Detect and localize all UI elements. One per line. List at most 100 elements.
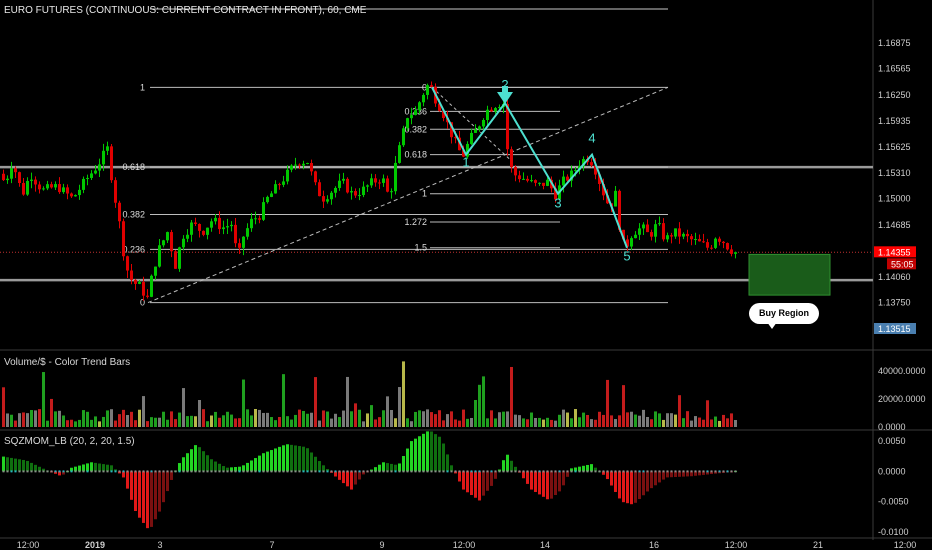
price-tick-label: 1.14060 bbox=[878, 272, 911, 282]
candle-body bbox=[146, 295, 149, 297]
momentum-bar bbox=[654, 471, 657, 486]
volume-bar bbox=[394, 418, 397, 427]
momentum-bar bbox=[6, 457, 9, 472]
volume-bar bbox=[566, 412, 569, 427]
volume-bar bbox=[278, 417, 281, 427]
volume-bar bbox=[294, 414, 297, 427]
volume-bar bbox=[474, 399, 477, 427]
momentum-bar bbox=[466, 471, 469, 493]
volume-bar bbox=[454, 419, 457, 427]
momentum-bar bbox=[126, 471, 129, 489]
squeeze-dot bbox=[190, 470, 193, 473]
squeeze-dot bbox=[574, 470, 577, 473]
squeeze-dot bbox=[398, 470, 401, 473]
momentum-bar bbox=[214, 461, 217, 472]
candle-body bbox=[514, 167, 517, 176]
volume-bar bbox=[386, 396, 389, 427]
price-tick-label: 1.16250 bbox=[878, 90, 911, 100]
squeeze-dot bbox=[266, 470, 269, 473]
fib-extension-label: 1 bbox=[422, 189, 427, 199]
volume-bar bbox=[130, 411, 133, 427]
squeeze-dot bbox=[210, 470, 213, 473]
volume-bar bbox=[554, 420, 557, 427]
squeeze-dot bbox=[294, 470, 297, 473]
volume-bar bbox=[82, 410, 85, 427]
fib-level-label: 0.382 bbox=[122, 209, 145, 219]
squeeze-dot bbox=[78, 470, 81, 473]
momentum-bar bbox=[562, 471, 565, 486]
volume-bar bbox=[110, 409, 113, 427]
candle-body bbox=[566, 176, 569, 181]
volume-bar bbox=[354, 403, 357, 427]
momentum-bar bbox=[350, 471, 353, 490]
squeeze-dot bbox=[206, 470, 209, 473]
momentum-bar bbox=[502, 460, 505, 472]
volume-bar bbox=[62, 415, 65, 427]
volume-bar bbox=[282, 374, 285, 427]
momentum-bar bbox=[158, 471, 161, 512]
time-tick-label: 21 bbox=[813, 540, 823, 550]
momentum-bar bbox=[474, 471, 477, 498]
momentum-bar bbox=[534, 471, 537, 492]
squeeze-dot bbox=[286, 470, 289, 473]
squeeze-dot bbox=[470, 470, 473, 473]
momentum-bar bbox=[554, 471, 557, 496]
momentum-bar bbox=[246, 462, 249, 472]
squeeze-dot bbox=[30, 470, 33, 473]
volume-bar bbox=[638, 415, 641, 427]
squeeze-dot bbox=[254, 470, 257, 473]
squeeze-dot bbox=[14, 470, 17, 473]
candle-body bbox=[538, 182, 541, 184]
volume-bar bbox=[342, 410, 345, 427]
volume-bar bbox=[302, 410, 305, 427]
candle-body bbox=[318, 182, 321, 197]
squeeze-dot bbox=[370, 470, 373, 473]
squeeze-dot bbox=[150, 470, 153, 473]
momentum-bar bbox=[314, 456, 317, 472]
candle-body bbox=[398, 145, 401, 163]
volume-bar bbox=[66, 420, 69, 427]
momentum-bar bbox=[414, 438, 417, 472]
candle-body bbox=[326, 199, 329, 202]
volume-bar bbox=[310, 412, 313, 427]
candle-body bbox=[282, 181, 285, 185]
volume-bar bbox=[122, 409, 125, 427]
momentum-bar bbox=[386, 463, 389, 472]
volume-bar bbox=[606, 379, 609, 427]
candle-body bbox=[314, 171, 317, 183]
candle-body bbox=[38, 184, 41, 190]
volume-bar bbox=[590, 419, 593, 427]
volume-bar bbox=[50, 398, 53, 427]
candle-body bbox=[654, 224, 657, 237]
volume-bar bbox=[686, 411, 689, 427]
price-tick-label: 1.15310 bbox=[878, 168, 911, 178]
volume-tick-label: 0.0000 bbox=[878, 422, 906, 432]
volume-pane-title: Volume/$ - Color Trend Bars bbox=[4, 357, 131, 368]
momentum-bar bbox=[154, 471, 157, 520]
squeeze-dot bbox=[126, 470, 129, 473]
squeeze-dot bbox=[534, 470, 537, 473]
volume-bar bbox=[654, 411, 657, 427]
time-tick-label: 7 bbox=[269, 540, 274, 550]
buy-region-callout[interactable]: Buy Region bbox=[749, 303, 819, 329]
candle-body bbox=[50, 184, 53, 188]
volume-bar bbox=[522, 418, 525, 427]
volume-bar bbox=[178, 412, 181, 427]
wave-label: 4 bbox=[588, 131, 595, 146]
volume-bar bbox=[486, 418, 489, 427]
squeeze-dot bbox=[546, 470, 549, 473]
squeeze-dot bbox=[42, 470, 45, 473]
squeeze-dot bbox=[270, 470, 273, 473]
fib-level-label: 0.236 bbox=[122, 244, 145, 254]
volume-bar bbox=[586, 414, 589, 427]
volume-bar bbox=[550, 419, 553, 427]
volume-bar bbox=[702, 419, 705, 427]
squeeze-dot bbox=[174, 470, 177, 473]
volume-bar bbox=[58, 410, 61, 427]
volume-bar bbox=[18, 413, 21, 427]
volume-bar bbox=[234, 418, 237, 427]
candle-body bbox=[154, 266, 157, 276]
candle-body bbox=[686, 233, 689, 237]
momentum-bar bbox=[258, 455, 261, 472]
squeeze-dot bbox=[278, 470, 281, 473]
